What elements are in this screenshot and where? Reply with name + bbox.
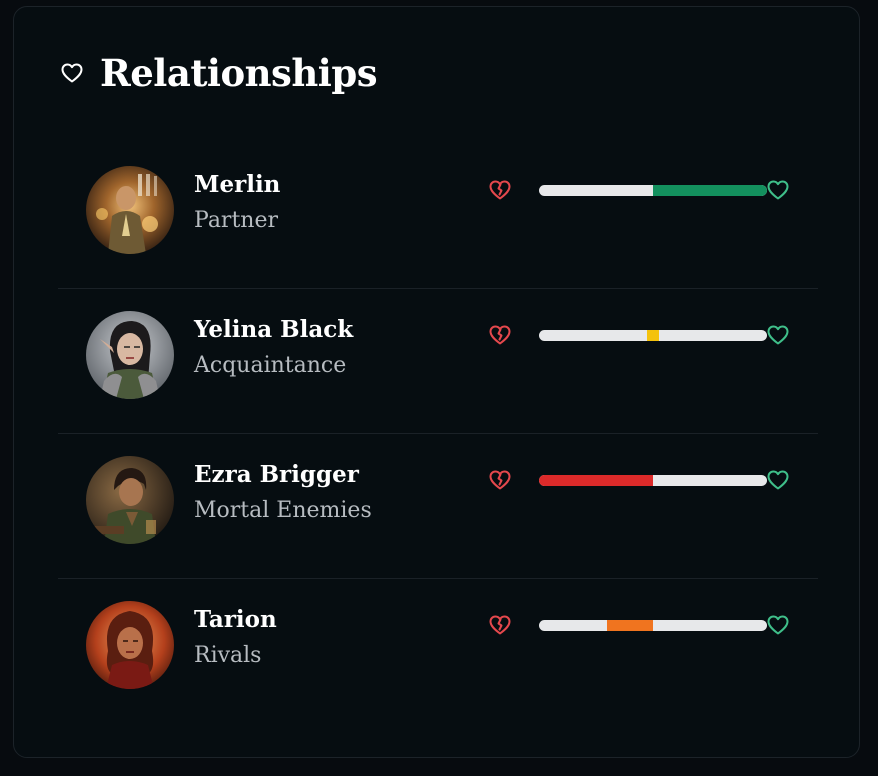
broken-heart-icon <box>488 323 512 347</box>
relationships-panel: Relationships Merlin Partner Yelina Blac… <box>13 6 860 758</box>
relationship-bar-fill <box>607 620 653 631</box>
relationship-meter <box>488 467 793 493</box>
relationship-name: Tarion <box>194 606 277 633</box>
relationship-bar-track <box>539 620 767 631</box>
relationship-bar-track <box>539 185 767 196</box>
relationship-row-tarion[interactable]: Tarion Rivals <box>58 579 818 724</box>
avatar-merlin[interactable] <box>86 166 174 254</box>
avatar-yelina-black[interactable] <box>86 311 174 399</box>
relationship-status: Mortal Enemies <box>194 498 372 523</box>
avatar-ezra-brigger[interactable] <box>86 456 174 544</box>
relationship-bar-fill <box>653 185 767 196</box>
relationship-name: Yelina Black <box>194 316 354 343</box>
relationship-bar-fill <box>539 475 653 486</box>
relationship-bar-fill <box>647 330 659 341</box>
avatar-tarion[interactable] <box>86 601 174 689</box>
heart-icon <box>766 178 790 202</box>
broken-heart-icon <box>488 613 512 637</box>
relationship-list: Merlin Partner Yelina Black Acquaintance… <box>58 144 818 724</box>
relationship-row-ezra-brigger[interactable]: Ezra Brigger Mortal Enemies <box>58 434 818 579</box>
relationship-row-merlin[interactable]: Merlin Partner <box>58 144 818 289</box>
panel-title: Relationships <box>100 51 378 95</box>
broken-heart-icon <box>488 468 512 492</box>
relationship-status: Acquaintance <box>194 353 347 378</box>
panel-header: Relationships <box>58 49 378 97</box>
heart-icon <box>766 468 790 492</box>
heart-icon <box>766 613 790 637</box>
heart-icon <box>766 323 790 347</box>
relationship-bar-track <box>539 475 767 486</box>
heart-outline-icon <box>58 59 86 87</box>
relationship-name: Merlin <box>194 171 281 198</box>
relationship-bar-track <box>539 330 767 341</box>
relationship-meter <box>488 612 793 638</box>
broken-heart-icon <box>488 178 512 202</box>
relationship-meter <box>488 322 793 348</box>
relationship-status: Rivals <box>194 643 262 668</box>
relationship-meter <box>488 177 793 203</box>
relationship-row-yelina-black[interactable]: Yelina Black Acquaintance <box>58 289 818 434</box>
relationship-name: Ezra Brigger <box>194 461 359 488</box>
relationship-status: Partner <box>194 208 278 233</box>
